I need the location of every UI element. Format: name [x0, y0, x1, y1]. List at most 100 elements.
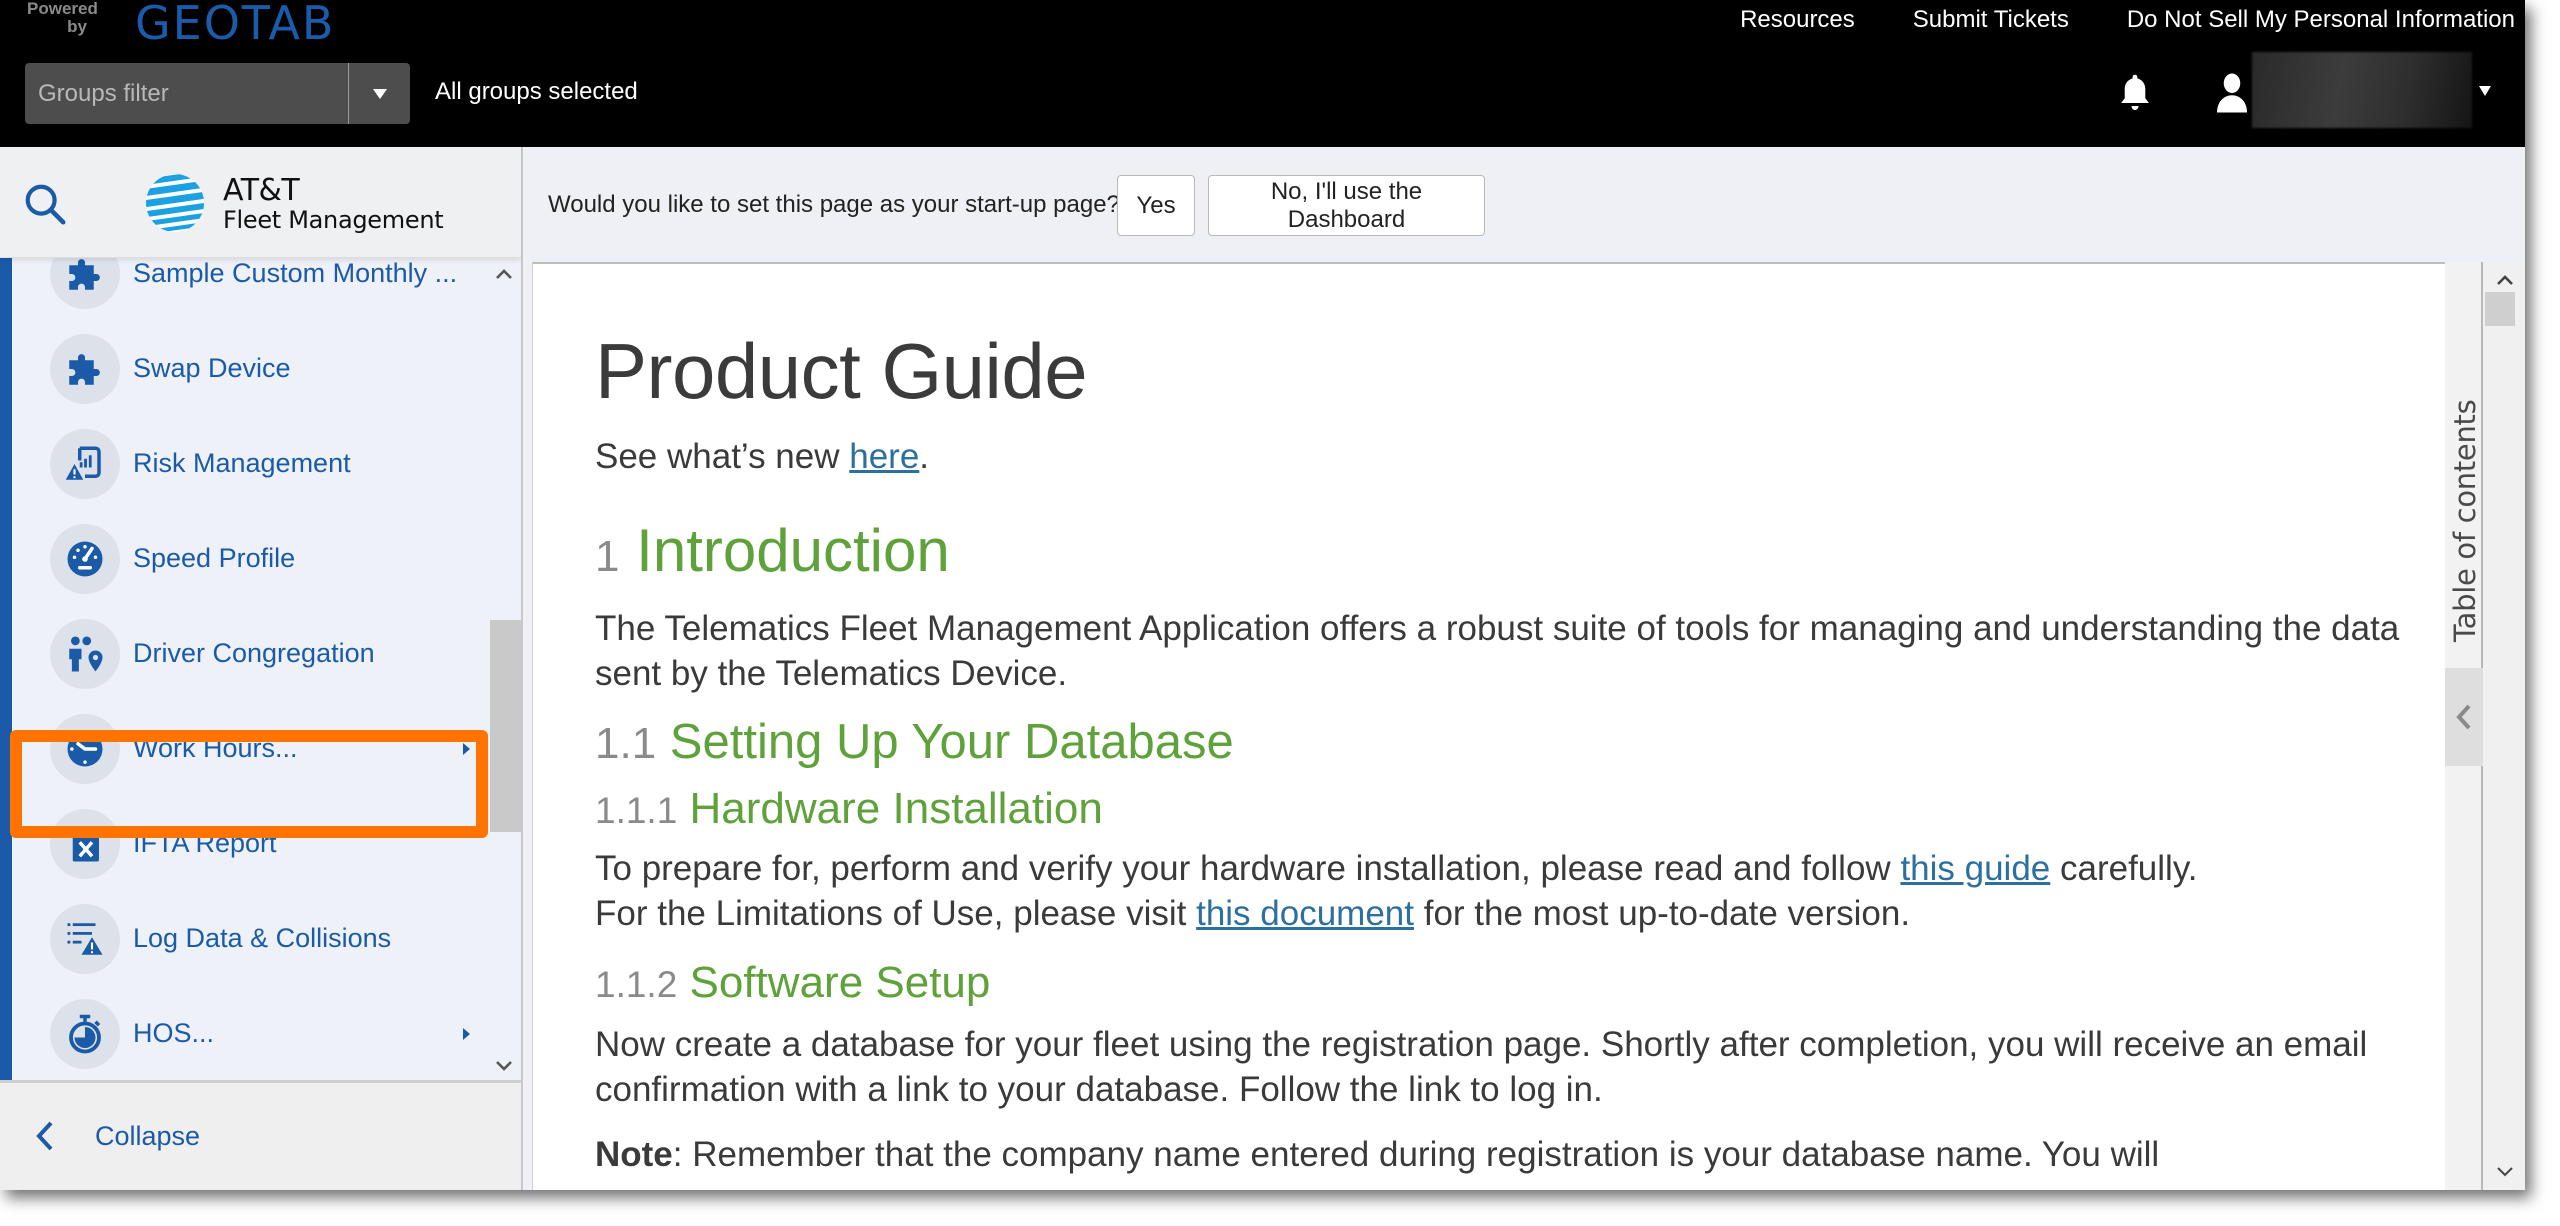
caret-down-icon[interactable]: [2479, 86, 2491, 96]
groups-filter-dropdown-button[interactable]: [348, 63, 410, 124]
startup-prompt-question: Would you like to set this page as your …: [548, 191, 1120, 218]
sidebar-scrollbar[interactable]: [488, 258, 521, 1080]
nav-accent-bar: [0, 258, 12, 1080]
app-window: Powered by GEOTAB Resources Submit Ticke…: [0, 0, 2525, 1190]
people-location-icon: [69, 636, 103, 671]
page-title: Product Guide: [595, 327, 1088, 415]
use-dashboard-button[interactable]: No, I'll use the Dashboard: [1208, 175, 1485, 236]
sidebar-item-speed-profile[interactable]: Speed Profile: [12, 511, 482, 606]
risk-report-icon: [65, 446, 101, 480]
section-title: Hardware Installation: [689, 784, 1103, 833]
sidebar-item-sample-custom-monthly[interactable]: Sample Custom Monthly ...: [12, 258, 482, 321]
list-warning-icon: [67, 922, 103, 955]
resources-link[interactable]: Resources: [1740, 6, 1855, 34]
puzzle-icon: [69, 258, 100, 290]
note-paragraph: Note: Remember that the company name ent…: [595, 1132, 2435, 1177]
text: For the Limitations of Use, please visit: [595, 894, 1197, 933]
icon-badge: [50, 808, 120, 879]
user-name-redacted[interactable]: [2252, 52, 2472, 128]
table-of-contents-label[interactable]: Table of contents: [2448, 400, 2482, 642]
sidebar-header: AT&T Fleet Management: [0, 147, 521, 258]
submenu-arrow-icon: [463, 1027, 470, 1040]
icon-badge: [50, 618, 120, 689]
submenu-arrow-icon: [463, 742, 470, 755]
sidebar-item-risk-management[interactable]: Risk Management: [12, 416, 482, 511]
toc-expand-button[interactable]: [2445, 668, 2483, 766]
stopwatch-icon: [69, 1014, 101, 1053]
icon-badge: [50, 428, 120, 499]
document-scrollbar[interactable]: [2485, 262, 2525, 1190]
intro-paragraph: The Telematics Fleet Management Applicat…: [595, 609, 2400, 693]
icon-badge: [50, 713, 120, 784]
chevron-down-icon[interactable]: [2493, 1162, 2517, 1182]
document-scrollbar-thumb[interactable]: [2485, 292, 2515, 326]
whats-new-paragraph: See what’s new here.: [595, 434, 2435, 479]
sidebar-nav: Sample Custom Monthly ... Swap Device Ri…: [0, 258, 521, 1080]
sidebar-item-work-hours[interactable]: Work Hours...: [12, 701, 482, 796]
section-title: Setting Up Your Database: [669, 715, 1234, 769]
brand-subtitle: Fleet Management: [223, 206, 444, 234]
section-title: Introduction: [636, 517, 950, 584]
product-guide-document: Product Guide See what’s new here. 1 Int…: [532, 262, 2445, 1190]
icon-badge: [50, 523, 120, 594]
search-icon[interactable]: [22, 181, 68, 227]
att-globe-logo: [146, 174, 204, 232]
submit-tickets-link[interactable]: Submit Tickets: [1913, 6, 2069, 34]
section-heading-software-setup: 1.1.2 Software Setup: [595, 958, 990, 1008]
section-heading-hardware-installation: 1.1.1 Hardware Installation: [595, 784, 1103, 834]
text: See what’s new: [595, 437, 850, 476]
section-number: 1: [595, 532, 620, 581]
main-panel: Would you like to set this page as your …: [525, 147, 2525, 1190]
collapse-label: Collapse: [95, 1121, 201, 1151]
yes-button[interactable]: Yes: [1117, 175, 1195, 236]
groups-filter-input[interactable]: [25, 63, 348, 124]
section-number: 1.1.1: [595, 790, 678, 831]
sidebar-item-label: IFTA Report: [133, 828, 277, 858]
sidebar-item-label: Log Data & Collisions: [133, 923, 392, 953]
groups-filter: [25, 63, 410, 124]
top-links: Resources Submit Tickets Do Not Sell My …: [1740, 6, 2515, 34]
note-text: : Remember that the company name entered…: [672, 1135, 2160, 1174]
section-heading-setting-up-database: 1.1 Setting Up Your Database: [595, 714, 1234, 770]
sidebar-item-label: Speed Profile: [133, 543, 296, 573]
sidebar-item-ifta-report[interactable]: IFTA Report: [12, 796, 482, 891]
do-not-sell-link[interactable]: Do Not Sell My Personal Information: [2127, 6, 2515, 34]
sidebar-item-log-data-collisions[interactable]: Log Data & Collisions: [12, 891, 482, 986]
chevron-up-icon[interactable]: [2493, 270, 2517, 290]
geotab-logo: GEOTAB: [135, 0, 336, 50]
this-guide-link[interactable]: this guide: [1900, 849, 2050, 888]
collapse-button[interactable]: Collapse: [0, 1080, 521, 1190]
icon-badge: [50, 333, 120, 404]
table-of-contents-panel[interactable]: Table of contents: [2445, 262, 2483, 1190]
section-heading-introduction: 1 Introduction: [595, 516, 950, 585]
sidebar-item-label: HOS...: [133, 1018, 215, 1048]
startup-page-prompt: Would you like to set this page as your …: [525, 147, 2525, 262]
chevron-down-icon[interactable]: [492, 1056, 516, 1076]
sidebar-scrollbar-thumb[interactable]: [490, 620, 521, 832]
chevron-left-icon: [36, 1121, 53, 1151]
bell-icon[interactable]: [2116, 72, 2154, 114]
chevron-left-icon: [2456, 704, 2471, 730]
section-title: Software Setup: [689, 958, 991, 1007]
this-document-link[interactable]: this document: [1196, 894, 1414, 933]
text: for the most up-to-date version.: [1414, 894, 1911, 933]
chevron-up-icon[interactable]: [492, 264, 516, 284]
groups-status: All groups selected: [435, 78, 638, 105]
puzzle-icon: [69, 353, 100, 385]
software-paragraph: Now create a database for your fleet usi…: [595, 1025, 2368, 1109]
sidebar-item-swap-device[interactable]: Swap Device: [12, 321, 482, 416]
user-icon[interactable]: [2214, 72, 2250, 114]
sidebar-item-driver-congregation[interactable]: Driver Congregation: [12, 606, 482, 701]
caret-down-icon: [372, 88, 387, 99]
icon-badge: [50, 998, 120, 1069]
icon-badge: [50, 258, 120, 309]
brand-name: AT&T: [223, 173, 300, 208]
sidebar-item-label: Sample Custom Monthly ...: [133, 258, 458, 288]
hardware-paragraph: To prepare for, perform and verify your …: [595, 846, 2435, 936]
powered-by-label: Powered by: [27, 0, 98, 36]
note-label: Note: [595, 1135, 673, 1174]
sidebar-item-label: Swap Device: [133, 353, 291, 383]
section-number: 1.1.2: [595, 964, 678, 1005]
whats-new-link[interactable]: here: [849, 437, 919, 476]
sidebar-item-hos[interactable]: HOS...: [12, 986, 482, 1080]
